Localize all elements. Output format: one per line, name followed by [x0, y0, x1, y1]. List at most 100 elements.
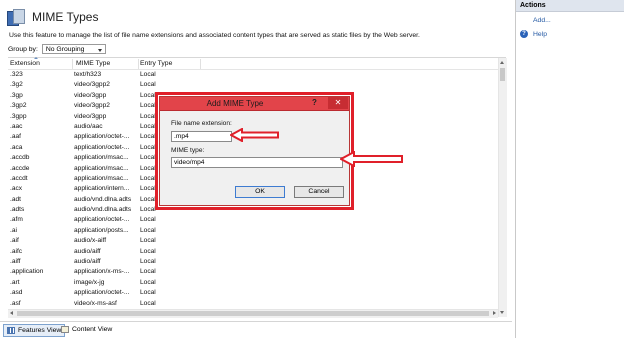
- mime-types-icon: [6, 8, 25, 26]
- table-row[interactable]: .aifc audio/aiff Local: [8, 247, 498, 257]
- table-row[interactable]: .aiff audio/aiff Local: [8, 257, 498, 267]
- extension-cell: .afm: [10, 216, 23, 224]
- features-view-icon: [7, 327, 15, 334]
- table-row[interactable]: .art image/x-jg Local: [8, 278, 498, 288]
- table-row[interactable]: .asf video/x-ms-asf Local: [8, 299, 498, 309]
- extension-cell: .accdb: [10, 154, 30, 162]
- help-action-link[interactable]: ? Help: [520, 30, 547, 38]
- page-header: MIME Types: [6, 6, 98, 28]
- column-divider[interactable]: [72, 59, 73, 69]
- extension-cell: .accde: [10, 164, 30, 172]
- scroll-thumb[interactable]: [17, 311, 489, 316]
- entry-type-cell: Local: [140, 81, 156, 89]
- extension-cell: .acx: [10, 185, 23, 193]
- mime-type-cell: video/x-ms-asf: [74, 299, 117, 307]
- column-divider[interactable]: [200, 59, 201, 69]
- scroll-right-icon[interactable]: [493, 311, 496, 315]
- tab-features-view[interactable]: Features View: [3, 324, 66, 337]
- mime-type-cell: audio/x-aiff: [74, 237, 107, 245]
- file-extension-input[interactable]: .mp4: [171, 131, 232, 142]
- entry-type-cell: Local: [140, 237, 156, 245]
- horizontal-scrollbar[interactable]: [8, 309, 498, 318]
- extension-cell: .ai: [10, 226, 17, 234]
- actions-pane: Actions Add... ? Help: [515, 0, 624, 338]
- mime-type-cell: audio/aiff: [74, 247, 101, 255]
- column-header-extension[interactable]: Extension: [10, 60, 70, 67]
- entry-type-cell: Local: [140, 299, 156, 307]
- sort-ascending-icon: [34, 57, 38, 59]
- entry-type-cell: Local: [140, 226, 156, 234]
- extension-cell: .3gp2: [10, 102, 27, 110]
- extension-cell: .application: [10, 268, 44, 276]
- column-header-mime-type[interactable]: MIME Type: [76, 60, 110, 67]
- mime-type-cell: image/x-jg: [74, 278, 105, 286]
- mime-type-cell: audio/aiff: [74, 258, 101, 266]
- dialog-title: Add MIME Type: [206, 99, 264, 108]
- table-row[interactable]: .323 text/h323 Local: [8, 70, 498, 80]
- help-icon[interactable]: ?: [312, 98, 317, 107]
- extension-cell: .aaf: [10, 133, 21, 141]
- mime-type-cell: audio/aac: [74, 122, 103, 130]
- mime-type-cell: application/octet-...: [74, 216, 130, 224]
- tab-content-view[interactable]: Content View: [58, 324, 115, 335]
- table-row[interactable]: .afm application/octet-... Local: [8, 215, 498, 225]
- mime-type-cell: video/3gpp2: [74, 81, 110, 89]
- mime-type-input[interactable]: video/mp4: [171, 157, 343, 168]
- table-row[interactable]: .aif audio/x-aiff Local: [8, 236, 498, 246]
- table-row[interactable]: .ai application/posts... Local: [8, 226, 498, 236]
- extension-cell: .3g2: [10, 81, 23, 89]
- add-mime-type-dialog: Add MIME Type ? ✕ File name extension: .…: [159, 96, 350, 206]
- extension-cell: .aiff: [10, 258, 21, 266]
- cancel-button[interactable]: Cancel: [294, 186, 344, 198]
- help-icon: ?: [520, 30, 528, 38]
- grid-header: Extension MIME Type Entry Type: [8, 57, 498, 70]
- mime-type-cell: application/posts...: [74, 226, 129, 234]
- extension-cell: .aifc: [10, 247, 23, 255]
- mime-type-cell: video/3gpp: [74, 112, 107, 120]
- column-header-entry-type[interactable]: Entry Type: [140, 60, 172, 67]
- extension-cell: .asf: [10, 299, 21, 307]
- close-icon[interactable]: ✕: [328, 97, 348, 109]
- extension-cell: .aca: [10, 143, 23, 151]
- table-row[interactable]: .asd application/octet-... Local: [8, 288, 498, 298]
- mime-type-cell: application/intern...: [74, 185, 130, 193]
- extension-cell: .accdt: [10, 174, 28, 182]
- extension-cell: .aif: [10, 237, 19, 245]
- extension-cell: .asd: [10, 289, 23, 297]
- annotation-arrow-mime-type: [340, 151, 403, 167]
- extension-cell: .aac: [10, 122, 23, 130]
- view-tabs: Features View Content View: [0, 321, 512, 339]
- file-extension-label: File name extension:: [171, 120, 232, 127]
- scroll-down-icon[interactable]: [500, 311, 504, 314]
- vertical-scrollbar[interactable]: [498, 58, 507, 317]
- entry-type-cell: Local: [140, 289, 156, 297]
- scroll-thumb[interactable]: [500, 68, 505, 81]
- scroll-up-icon[interactable]: [500, 61, 504, 64]
- group-by-select[interactable]: No Grouping: [41, 44, 106, 54]
- scroll-left-icon[interactable]: [10, 311, 13, 315]
- mime-type-cell: application/msac...: [74, 154, 129, 162]
- mime-type-cell: application/x-ms-...: [74, 268, 130, 276]
- entry-type-cell: Local: [140, 216, 156, 224]
- content-view-icon: [61, 326, 69, 333]
- actions-header: Actions: [516, 0, 624, 12]
- mime-type-label: MIME type:: [171, 147, 205, 154]
- column-divider[interactable]: [138, 59, 139, 69]
- table-row[interactable]: .3g2 video/3gpp2 Local: [8, 80, 498, 90]
- extension-cell: .323: [10, 71, 23, 78]
- dialog-titlebar[interactable]: Add MIME Type ? ✕: [160, 97, 349, 111]
- add-action-link[interactable]: Add...: [533, 17, 551, 24]
- group-by-bar: Group by: No Grouping: [8, 44, 106, 54]
- mime-type-cell: text/h323: [74, 71, 102, 78]
- extension-cell: .adts: [10, 206, 25, 214]
- chevron-down-icon: [97, 49, 102, 52]
- mime-type-cell: video/3gpp: [74, 91, 107, 99]
- entry-type-cell: Local: [140, 247, 156, 255]
- ok-button[interactable]: OK: [235, 186, 285, 198]
- mime-type-cell: application/octet-...: [74, 143, 130, 151]
- table-row[interactable]: .application application/x-ms-... Local: [8, 267, 498, 277]
- mime-type-cell: audio/vnd.dlna.adts: [74, 195, 132, 203]
- entry-type-cell: Local: [140, 278, 156, 286]
- mime-type-cell: application/msac...: [74, 164, 129, 172]
- extension-cell: .art: [10, 278, 20, 286]
